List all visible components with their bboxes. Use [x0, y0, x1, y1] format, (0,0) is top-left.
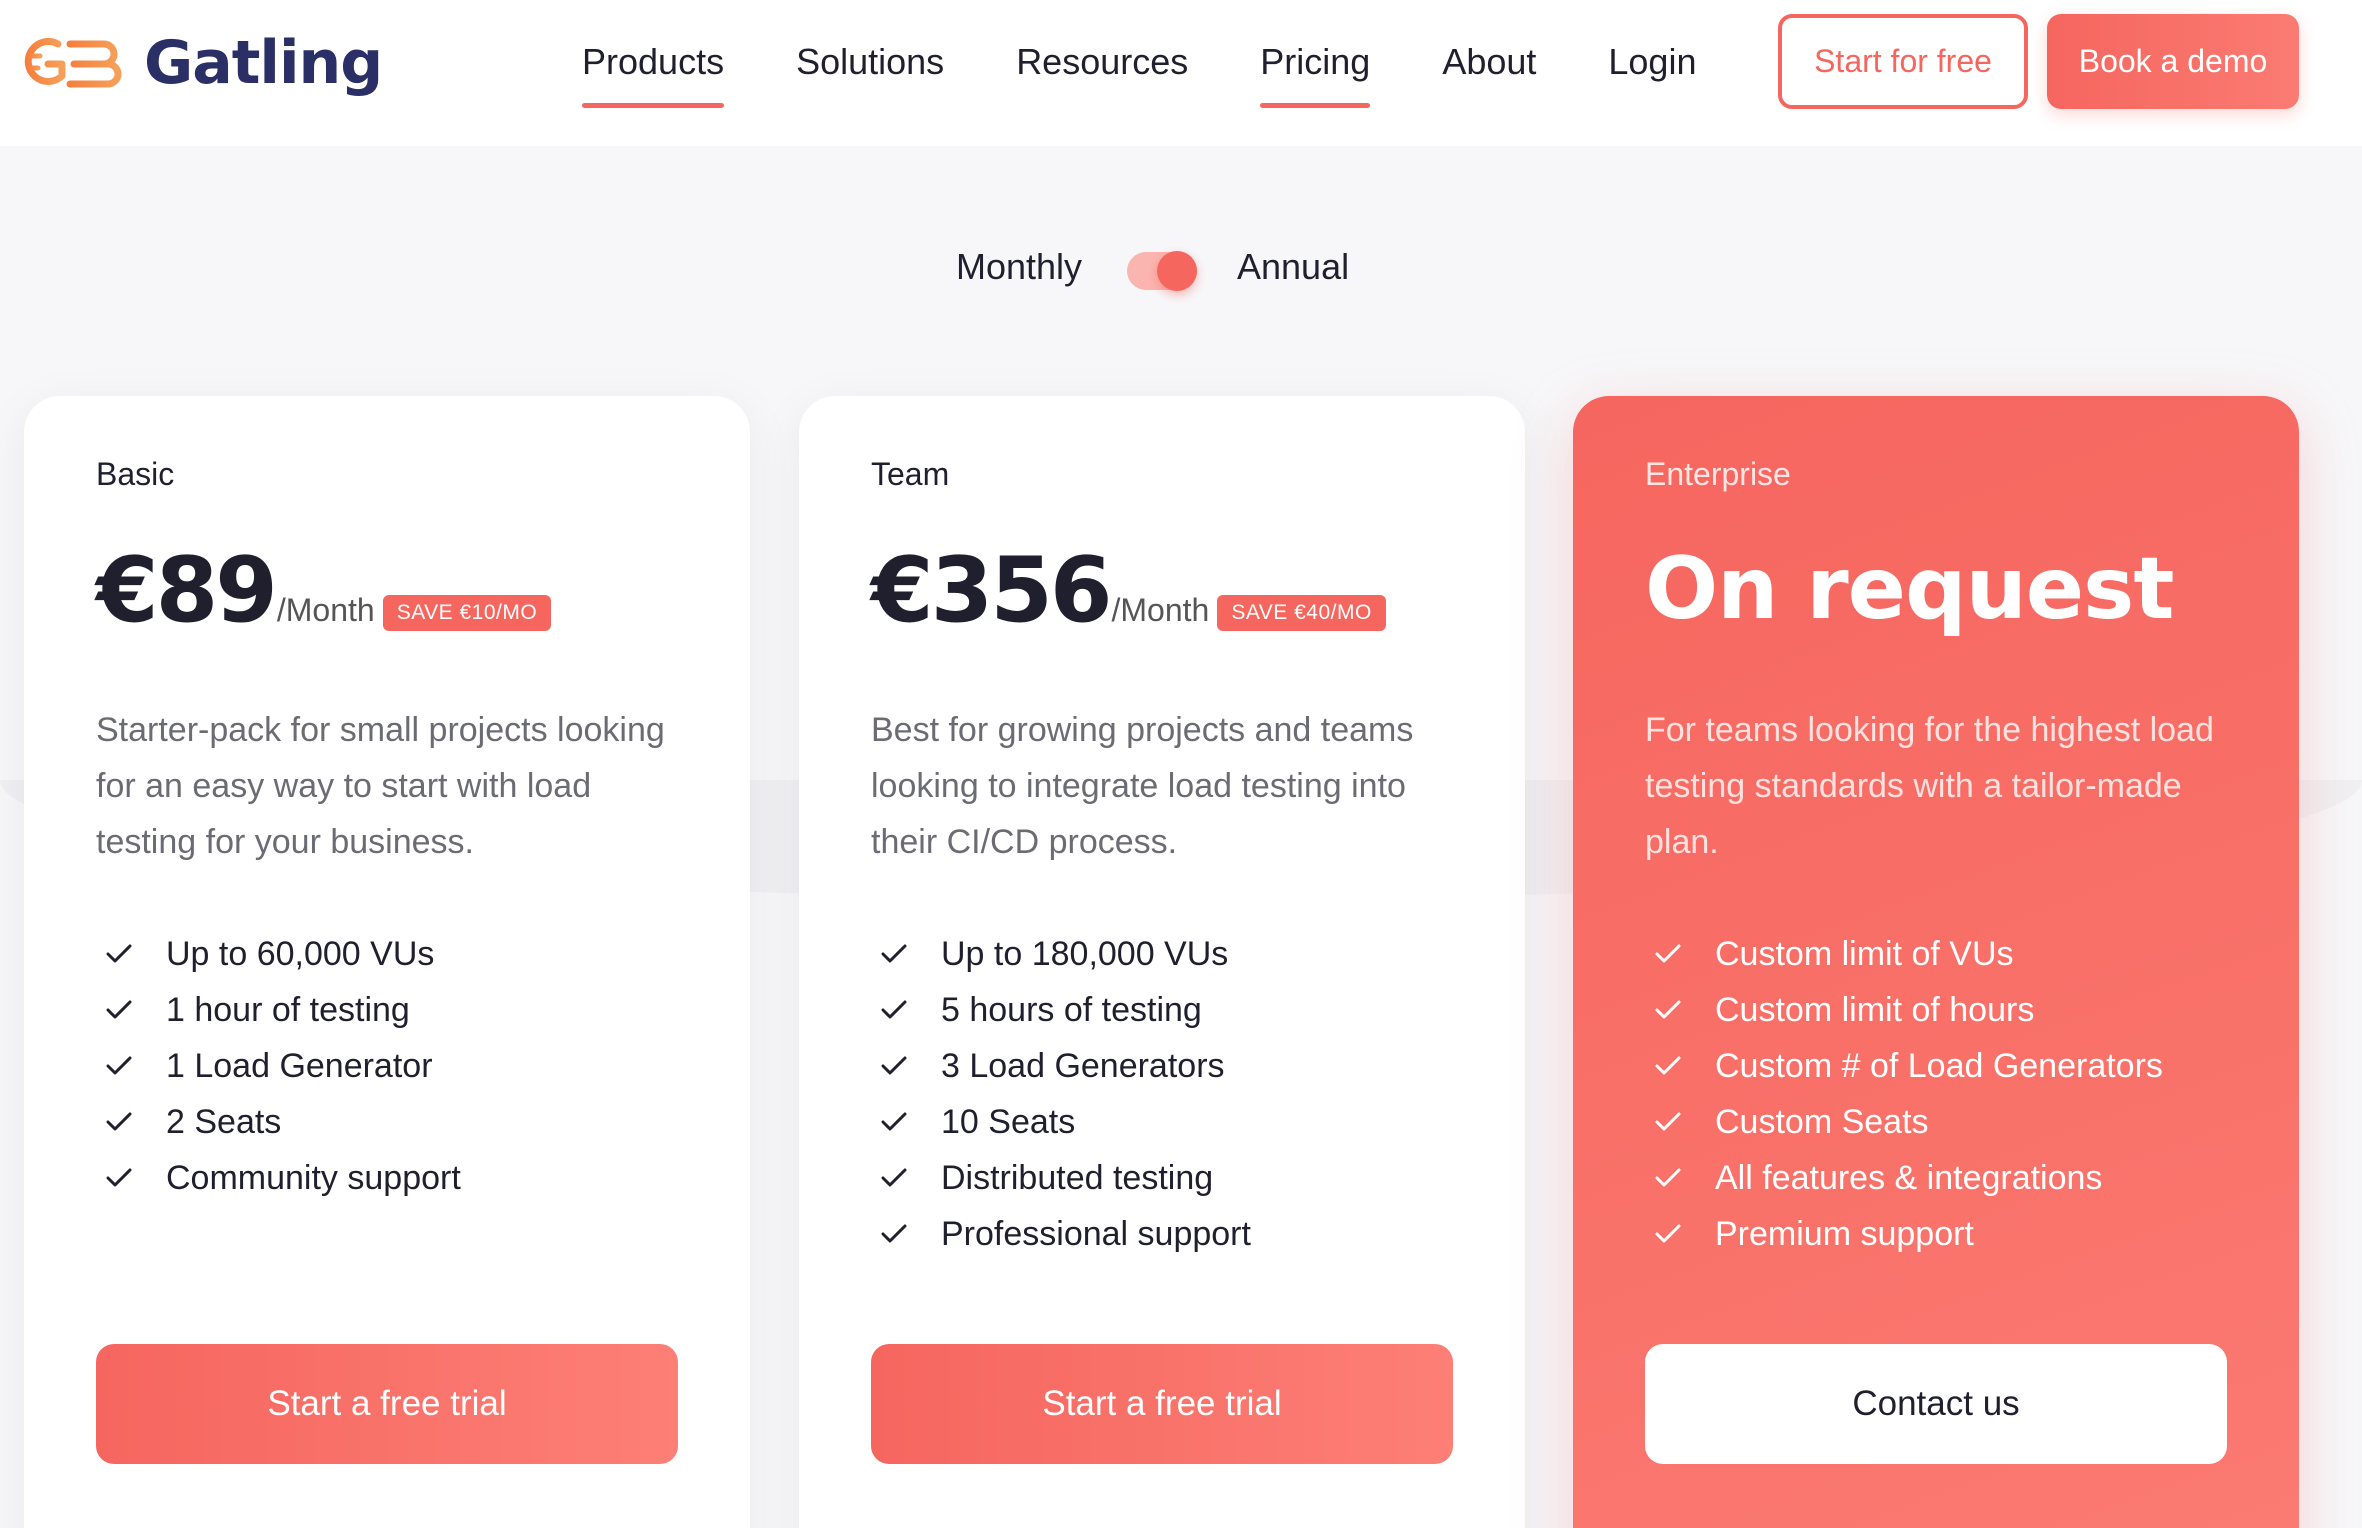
- start-free-trial-button-team[interactable]: Start a free trial: [871, 1344, 1453, 1464]
- plan-price: On request: [1645, 539, 2174, 639]
- gatling-logo-icon: [24, 37, 122, 88]
- plan-description: Best for growing projects and teams look…: [871, 711, 1414, 861]
- feature-label: 3 Load Generators: [941, 1046, 1225, 1085]
- check-icon: [106, 1168, 132, 1187]
- nav-pricing[interactable]: Pricing: [1260, 0, 1371, 124]
- plan-name: Team: [871, 456, 950, 492]
- feature-label: Professional support: [941, 1214, 1251, 1253]
- main-nav: Products Solutions Resources Pricing Abo…: [582, 0, 1768, 146]
- feature-item: Up to 60,000 VUs: [106, 926, 461, 982]
- feature-item: Premium support: [1655, 1206, 2163, 1262]
- start-free-trial-button-basic[interactable]: Start a free trial: [96, 1344, 678, 1464]
- feature-item: 3 Load Generators: [881, 1038, 1251, 1094]
- billing-period-toggle[interactable]: [1127, 251, 1197, 291]
- feature-label: 1 hour of testing: [166, 990, 410, 1029]
- nav-about[interactable]: About: [1442, 0, 1536, 124]
- check-icon: [881, 1000, 907, 1019]
- feature-label: 10 Seats: [941, 1102, 1076, 1141]
- price-row: €89 /Month SAVE €10/MO: [96, 538, 552, 643]
- brand-name: Gatling: [144, 28, 383, 98]
- feature-item: 1 Load Generator: [106, 1038, 461, 1094]
- feature-label: 2 Seats: [166, 1102, 282, 1141]
- check-icon: [106, 944, 132, 963]
- billing-toggle-row: Monthly Annual: [0, 240, 2362, 300]
- feature-item: 10 Seats: [881, 1094, 1251, 1150]
- billing-monthly-label[interactable]: Monthly: [956, 246, 1082, 288]
- plan-card-basic: Basic €89 /Month SAVE €10/MO Starter-pac…: [24, 396, 750, 1528]
- feature-item: Custom Seats: [1655, 1094, 2163, 1150]
- price-row: €356 /Month SAVE €40/MO: [871, 546, 1386, 636]
- start-for-free-button[interactable]: Start for free: [1778, 14, 2028, 109]
- plan-price: €356: [871, 538, 1112, 643]
- feature-label: Up to 60,000 VUs: [166, 934, 435, 973]
- contact-us-button[interactable]: Contact us: [1645, 1344, 2227, 1464]
- check-icon: [106, 1112, 132, 1131]
- home-logo-link[interactable]: Gatling: [24, 28, 383, 98]
- feature-list: Custom limit of VUs Custom limit of hour…: [1655, 926, 2163, 1262]
- feature-item: All features & integrations: [1655, 1150, 2163, 1206]
- save-badge: SAVE €10/MO: [382, 595, 552, 631]
- feature-label: All features & integrations: [1715, 1158, 2103, 1197]
- check-icon: [1655, 1056, 1681, 1075]
- feature-list: Up to 60,000 VUs 1 hour of testing 1 Loa…: [106, 926, 461, 1206]
- feature-item: 2 Seats: [106, 1094, 461, 1150]
- feature-label: Premium support: [1715, 1214, 1974, 1253]
- nav-login[interactable]: Login: [1608, 0, 1696, 124]
- feature-label: 5 hours of testing: [941, 990, 1202, 1029]
- billing-annual-label[interactable]: Annual: [1237, 246, 1349, 288]
- plan-description: For teams looking for the highest load t…: [1645, 711, 2214, 861]
- check-icon: [881, 1168, 907, 1187]
- nav-solutions[interactable]: Solutions: [796, 0, 944, 124]
- feature-item: Custom limit of VUs: [1655, 926, 2163, 982]
- feature-label: 1 Load Generator: [166, 1046, 433, 1085]
- check-icon: [1655, 1168, 1681, 1187]
- plan-period: /Month: [1111, 592, 1210, 628]
- save-badge: SAVE €40/MO: [1217, 595, 1386, 631]
- pricing-page: Gatling Products Solutions Resources Pri…: [0, 0, 2362, 1528]
- check-icon: [1655, 1224, 1681, 1243]
- nav-products[interactable]: Products: [582, 0, 725, 124]
- feature-list: Up to 180,000 VUs 5 hours of testing 3 L…: [881, 926, 1251, 1262]
- plan-description: Starter-pack for small projects looking …: [96, 711, 665, 861]
- plan-card-team: Team €356 /Month SAVE €40/MO Best for gr…: [799, 396, 1525, 1528]
- check-icon: [106, 1056, 132, 1075]
- plan-period: /Month: [276, 592, 375, 628]
- book-demo-button[interactable]: Book a demo: [2047, 14, 2299, 109]
- feature-item: Distributed testing: [881, 1150, 1251, 1206]
- feature-label: Custom Seats: [1715, 1102, 1929, 1141]
- feature-item: Community support: [106, 1150, 461, 1206]
- feature-item: 1 hour of testing: [106, 982, 461, 1038]
- plan-price: €89: [96, 538, 278, 643]
- check-icon: [881, 1112, 907, 1131]
- toggle-knob: [1157, 251, 1197, 291]
- feature-label: Community support: [166, 1158, 461, 1197]
- feature-label: Custom limit of hours: [1715, 990, 2035, 1029]
- feature-label: Custom limit of VUs: [1715, 934, 2014, 973]
- feature-item: Professional support: [881, 1206, 1251, 1262]
- feature-item: Up to 180,000 VUs: [881, 926, 1251, 982]
- check-icon: [1655, 1000, 1681, 1019]
- feature-label: Custom # of Load Generators: [1715, 1046, 2163, 1085]
- check-icon: [881, 1224, 907, 1243]
- plan-name: Enterprise: [1645, 456, 1791, 492]
- check-icon: [106, 1000, 132, 1019]
- check-icon: [1655, 944, 1681, 963]
- feature-label: Up to 180,000 VUs: [941, 934, 1229, 973]
- feature-item: 5 hours of testing: [881, 982, 1251, 1038]
- feature-item: Custom limit of hours: [1655, 982, 2163, 1038]
- plan-name: Basic: [96, 456, 175, 492]
- site-header: Gatling Products Solutions Resources Pri…: [0, 0, 2362, 146]
- plan-card-enterprise: Enterprise On request For teams looking …: [1573, 396, 2299, 1528]
- check-icon: [881, 1056, 907, 1075]
- feature-label: Distributed testing: [941, 1158, 1214, 1197]
- nav-resources[interactable]: Resources: [1016, 0, 1188, 124]
- check-icon: [1655, 1112, 1681, 1131]
- feature-item: Custom # of Load Generators: [1655, 1038, 2163, 1094]
- check-icon: [881, 944, 907, 963]
